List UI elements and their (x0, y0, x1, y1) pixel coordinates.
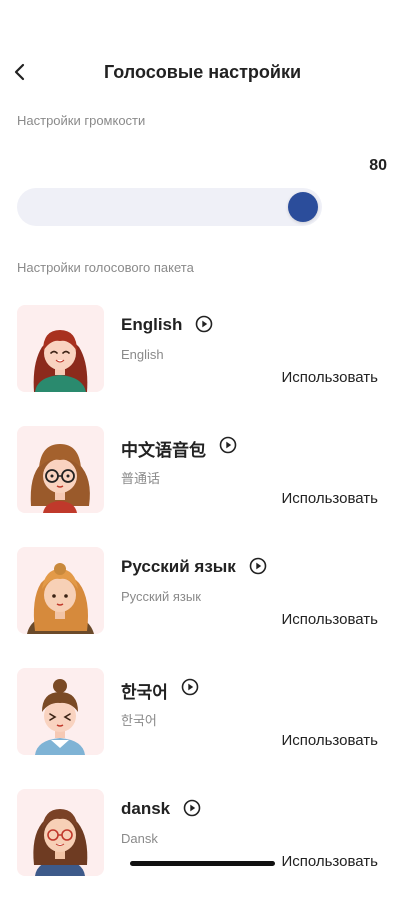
voice-name: Русский язык (121, 557, 236, 576)
voice-subtitle: Русский язык (121, 589, 201, 604)
voice-name: English (121, 315, 183, 334)
top-bar: Голосовые настройки (0, 52, 405, 92)
play-icon[interactable] (249, 557, 267, 575)
use-button[interactable]: Использовать (281, 853, 378, 870)
play-icon[interactable] (181, 678, 199, 696)
volume-value: 80 (369, 157, 387, 174)
avatar-english (17, 305, 104, 392)
voice-name: dansk (121, 799, 171, 818)
page-title: Голосовые настройки (103, 62, 302, 82)
use-button[interactable]: Использовать (281, 369, 378, 386)
avatar-russian (17, 547, 104, 634)
voice-subtitle: 普通话 (121, 471, 161, 486)
voice-subtitle: 한국어 (121, 713, 157, 728)
voice-name: 中文语音包 (121, 441, 206, 460)
voice-name: 한국어 (121, 683, 168, 702)
voice-subtitle: Dansk (121, 831, 158, 846)
play-icon[interactable] (195, 315, 213, 333)
play-icon[interactable] (219, 436, 237, 454)
voice-item-chinese: 中文语音包 普通话 Использовать (0, 426, 405, 536)
play-icon[interactable] (183, 799, 201, 817)
use-button[interactable]: Использовать (281, 611, 378, 628)
voice-item-danish: dansk Dansk Использовать (0, 789, 405, 899)
use-button[interactable]: Использовать (281, 490, 378, 507)
avatar-korean (17, 668, 104, 755)
voice-item-russian: Русский язык Русский язык Использовать (0, 547, 405, 657)
volume-section-label: Настройки громкости (17, 113, 146, 128)
avatar-danish (17, 789, 104, 876)
voice-item-korean: 한국어 한국어 Использовать (0, 668, 405, 778)
voice-subtitle: English (121, 347, 164, 362)
volume-slider-knob[interactable] (288, 192, 318, 222)
volume-slider[interactable] (17, 188, 322, 226)
voice-item-english: English English Использовать (0, 305, 405, 415)
voice-pack-section-label: Настройки голосового пакета (17, 260, 194, 275)
use-button[interactable]: Использовать (281, 732, 378, 749)
avatar-chinese (17, 426, 104, 513)
home-indicator (130, 861, 275, 866)
